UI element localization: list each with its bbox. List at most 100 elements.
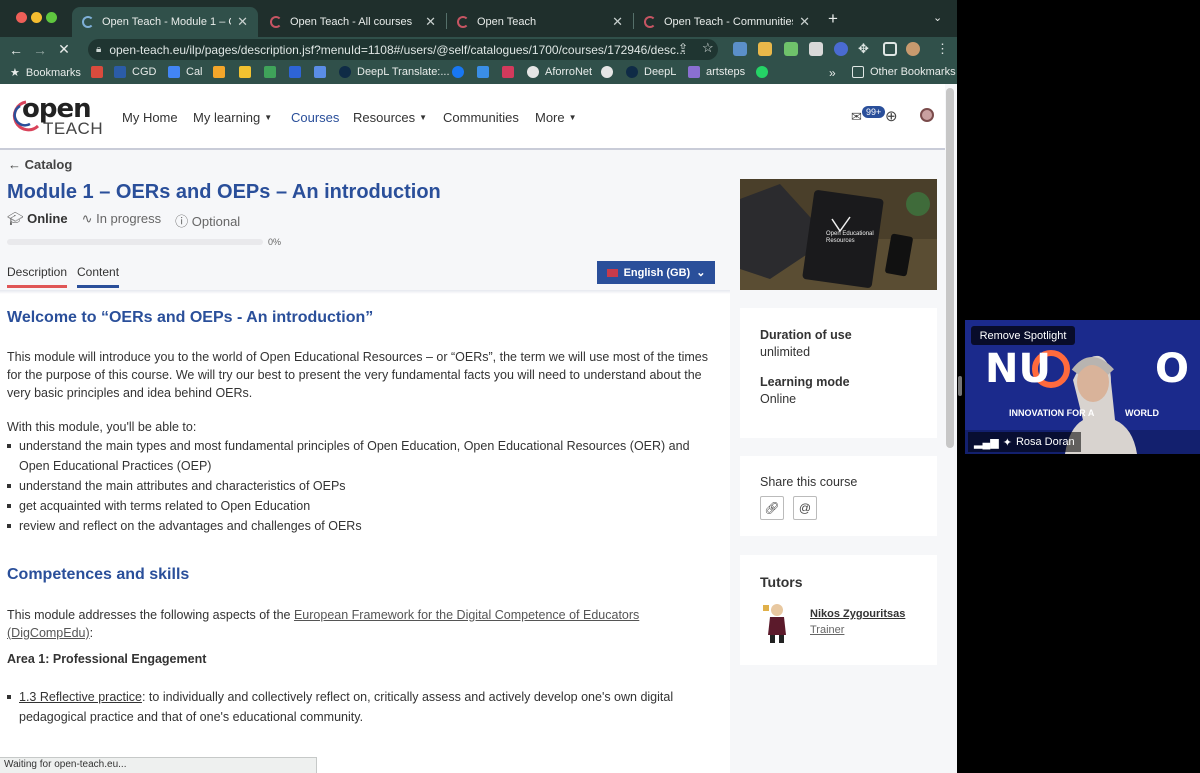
folder-icon [852,66,864,78]
user-avatar[interactable] [920,108,934,122]
back-arrow-icon: ← [8,157,25,172]
tagline-left: INNOVATION FOR A [1009,408,1095,418]
bookmark-cgd[interactable]: CGD [114,66,156,78]
mode-label: Online [27,211,68,226]
globe-icon[interactable] [601,66,619,78]
email-share-icon[interactable]: @ [793,496,817,520]
extension-icon[interactable] [733,42,747,56]
browser-tab-communities[interactable]: Open Teach - Communities ✕ [634,7,820,37]
optional-label: Optional [191,214,241,229]
share-label: Share this course [760,475,858,489]
side-panel-icon[interactable] [883,42,897,56]
extension-shield-icon[interactable] [784,42,798,56]
catalog-label: Catalog [24,157,73,172]
profile-avatar-icon[interactable] [906,42,920,56]
reflective-practice-link[interactable]: 1.3 Reflective practice [19,690,142,704]
copy-link-icon[interactable]: 🔗︎ [760,496,784,520]
bookmark-artsteps[interactable]: artsteps [688,66,745,78]
learning-mode-label: Learning mode [760,375,850,389]
extensions-puzzle-icon[interactable]: ✥ [858,41,869,57]
tab-content[interactable]: Content [77,265,120,288]
close-window-button[interactable] [16,12,27,23]
bookmark-deepl[interactable]: DeepL [626,66,676,78]
translate-icon[interactable] [314,66,332,78]
remove-spotlight-button[interactable]: Remove Spotlight [971,326,1075,345]
nav-my-home[interactable]: My Home [122,110,178,125]
back-arrow-icon[interactable]: ← [4,42,28,58]
address-bar[interactable]: 🔒︎ open-teach.eu/ilp/pages/description.j… [88,39,718,60]
star-icon: ★ [10,67,20,79]
notification-badge: 99+ [862,106,886,118]
language-select[interactable]: English (GB) ⌄ [597,261,715,284]
nav-communities[interactable]: Communities [443,110,519,125]
caret-down-icon: ▼ [568,113,577,122]
minimize-window-button[interactable] [31,12,42,23]
graduation-cap-icon: 🎓︎ [7,211,28,226]
stop-loading-icon[interactable]: ✕ [52,41,76,58]
nav-resources[interactable]: Resources ▼ [353,110,427,125]
open-teach-logo[interactable]: open TEACH [8,94,108,138]
progress-bar [7,239,263,245]
bookmarks-bar: ★ Bookmarks CGD Cal DeepL Translate:... A… [0,62,957,84]
browser-window: Open Teach - Module 1 – OERs ✕ Open Teac… [0,0,957,773]
cloud-icon[interactable] [477,66,495,78]
bookmark-aforronet[interactable]: AforroNet [527,66,592,78]
extension-qr-icon[interactable] [809,42,823,56]
maximize-window-button[interactable] [46,12,57,23]
close-tab-icon[interactable]: ✕ [425,14,436,30]
framework-suffix: : [89,626,94,640]
drive-icon[interactable] [264,66,282,78]
practice-list: 1.3 Reflective practice: to individually… [7,687,719,727]
browser-tab-module1[interactable]: Open Teach - Module 1 – OERs ✕ [72,7,258,37]
course-optional: ⓘ Optional [175,211,240,230]
close-tab-icon[interactable]: ✕ [237,14,248,30]
participant-label: ▂▄▆ ✦ Rosa Doran [968,432,1081,452]
whatsapp-icon[interactable] [756,66,774,78]
caret-down-icon: ▼ [264,113,273,122]
back-to-catalog-link[interactable]: ← Catalog [8,157,72,172]
browser-tab-open-teach[interactable]: Open Teach ✕ [447,7,633,37]
drive-icon[interactable] [239,66,257,78]
nav-more[interactable]: More ▼ [535,110,577,125]
nav-courses[interactable]: Courses [291,110,339,125]
bookmarks-folder[interactable]: ★ Bookmarks [10,66,81,80]
framework-paragraph: This module addresses the following aspe… [7,606,667,642]
close-tab-icon[interactable]: ✕ [799,14,810,30]
other-bookmarks-folder[interactable]: Other Bookmarks [852,66,956,78]
tab-search-chevron-icon[interactable]: ⌄ [933,11,942,24]
page-scrollbar[interactable] [946,88,954,448]
info-icon: ⓘ [175,214,192,229]
bookmark-star-icon[interactable]: ☆ [702,40,714,56]
tutor-avatar[interactable] [760,601,794,643]
m-app-icon[interactable] [502,66,520,78]
facebook-icon[interactable] [452,66,470,78]
tab-description[interactable]: Description [7,265,68,288]
forward-arrow-icon[interactable]: → [28,42,52,58]
language-label: English (GB) [623,266,691,279]
progress-percent: 0% [268,237,282,247]
bookmark-label: Bookmarks [25,66,81,79]
tutor-role[interactable]: Trainer [810,624,844,636]
language-globe-icon[interactable]: ⊕ [885,107,898,125]
open-teach-favicon-icon [644,16,656,28]
google-drive-icon[interactable] [758,42,772,56]
extension-circle-icon[interactable] [834,42,848,56]
analytics-icon[interactable] [213,66,231,78]
bookmark-cal[interactable]: Cal [168,66,203,78]
gmail-icon[interactable] [91,66,109,78]
share-card: Share this course 🔗︎ @ [740,456,937,536]
bookmark-deepl-translate[interactable]: DeepL Translate:... [339,66,450,78]
bookmarks-overflow-button[interactable]: » [829,66,836,80]
nav-my-learning[interactable]: My learning ▼ [193,110,272,125]
menu-kebab-icon[interactable]: ⋮ [936,41,949,57]
school-icon[interactable] [289,66,307,78]
video-resize-handle[interactable] [958,376,962,396]
close-tab-icon[interactable]: ✕ [612,14,623,30]
new-tab-button[interactable]: + [828,9,838,29]
share-page-icon[interactable]: ⇪ [678,41,688,55]
browser-tab-all-courses[interactable]: Open Teach - All courses ✕ [260,7,446,37]
bookmark-label: AforroNet [545,66,593,78]
tutor-name-link[interactable]: Nikos Zygouritsas [810,608,905,620]
nav-label: My learning [193,110,261,125]
mail-icon[interactable]: ✉ [851,109,862,125]
